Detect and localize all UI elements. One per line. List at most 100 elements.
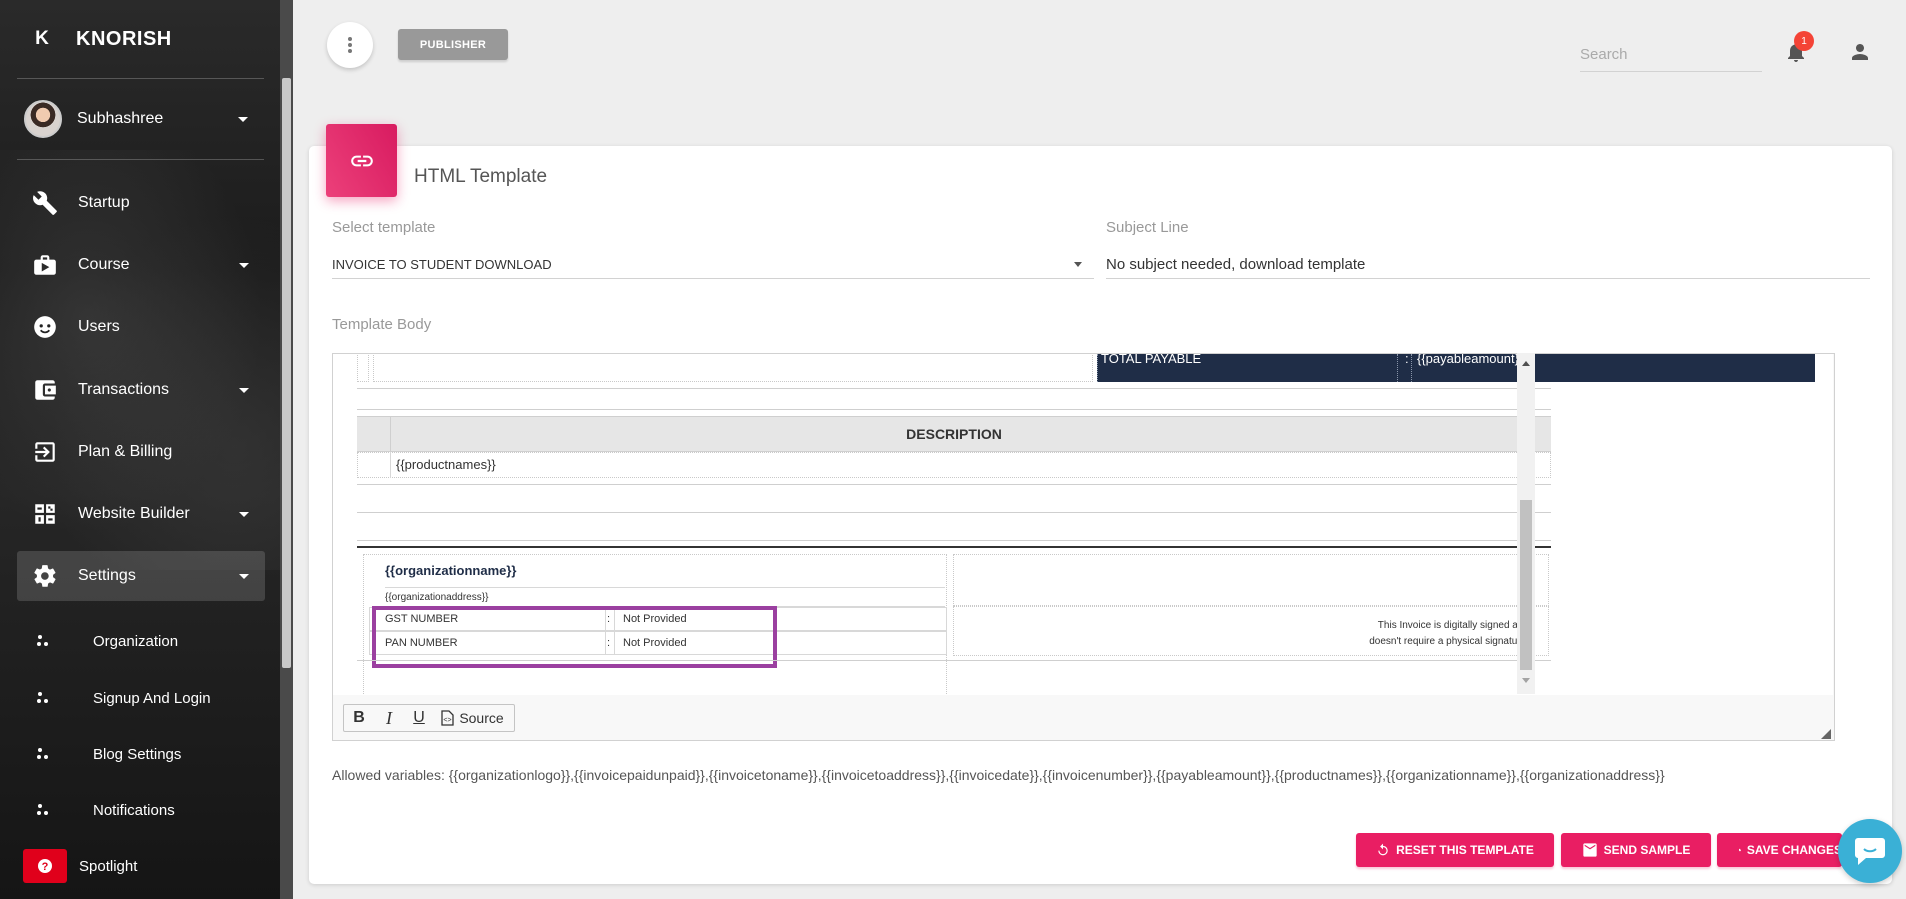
source-button[interactable]: <> Source — [434, 705, 510, 731]
caret-down-icon — [239, 511, 249, 517]
sidebar-subitem-signup-login[interactable]: Signup And Login — [17, 678, 265, 718]
editor-content[interactable]: TOTAL PAYABLE : {{payableamount}} DESCRI… — [333, 354, 1833, 695]
sidebar-item-label: Users — [78, 318, 120, 335]
sidebar-item-settings[interactable]: Settings — [17, 551, 265, 601]
sidebar-item-startup[interactable]: Startup — [17, 178, 265, 228]
sidebar-item-label: Course — [78, 256, 130, 273]
select-template-label: Select template — [332, 219, 436, 236]
signature-note: This Invoice is digitally signed and does… — [1369, 620, 1529, 647]
editor-scrollbar[interactable] — [1517, 353, 1535, 694]
sidebar-item-website-builder[interactable]: Website Builder — [17, 489, 265, 539]
scroll-up-arrow-icon[interactable] — [1522, 361, 1530, 366]
italic-button[interactable]: I — [374, 705, 404, 731]
svg-text:?: ? — [42, 861, 49, 873]
caret-down-icon — [239, 387, 249, 393]
save-label: SAVE CHANGES — [1746, 843, 1842, 857]
person-icon[interactable] — [1848, 40, 1872, 64]
dots-icon — [36, 691, 58, 705]
sidebar-item-users[interactable]: Users — [17, 302, 265, 352]
send-label: SEND SAMPLE — [1603, 843, 1691, 857]
orgname-variable: {{organizationname}} — [385, 563, 517, 578]
caret-down-icon — [1074, 262, 1082, 267]
sidebar-subitem-spotlight[interactable]: ? Spotlight — [17, 846, 265, 886]
puzzle-icon — [30, 499, 60, 529]
notification-badge: 1 — [1794, 31, 1814, 51]
sidebar-item-label: Settings — [78, 567, 136, 584]
brand-mini: K — [35, 28, 49, 49]
sidebar-item-transactions[interactable]: Transactions — [17, 365, 265, 415]
template-select[interactable]: INVOICE TO STUDENT DOWNLOAD — [332, 251, 1094, 279]
search-input[interactable] — [1580, 38, 1762, 72]
editor-toolbar: B I U <> Source — [343, 704, 515, 732]
total-payable-row: TOTAL PAYABLE : {{payableamount}} — [1097, 354, 1815, 382]
payable-amount-variable: {{payableamount}} — [1417, 354, 1524, 366]
scroll-down-arrow-icon[interactable] — [1522, 678, 1530, 683]
briefcase-icon — [30, 250, 60, 280]
divider — [357, 512, 1551, 513]
underline-button[interactable]: U — [404, 705, 434, 731]
subject-line-field[interactable]: No subject needed, download template — [1106, 250, 1870, 279]
divider — [357, 484, 1551, 485]
divider — [385, 587, 945, 588]
sidebar-divider — [17, 78, 264, 79]
reset-template-button[interactable]: RESET THIS TEMPLATE — [1356, 833, 1554, 867]
divider — [357, 388, 1551, 389]
divider — [357, 660, 1551, 661]
bold-button[interactable]: B — [344, 705, 374, 731]
sidebar-subitem-label: Spotlight — [79, 857, 138, 875]
brand-name: KNORISH — [76, 27, 172, 50]
total-payable-label: TOTAL PAYABLE — [1101, 354, 1202, 366]
user-menu[interactable]: Subhashree — [24, 97, 264, 141]
face-icon — [30, 312, 60, 342]
more-menu-button[interactable] — [327, 22, 373, 68]
publisher-button[interactable]: PUBLISHER — [398, 29, 508, 60]
mail-icon — [1582, 843, 1597, 857]
sidebar-item-course[interactable]: Course — [17, 240, 265, 290]
user-name: Subhashree — [77, 110, 164, 127]
sidebar-subitem-notifications[interactable]: Notifications — [17, 790, 265, 830]
description-header: DESCRIPTION — [357, 416, 1551, 452]
selection-highlight-box — [372, 606, 777, 668]
caret-down-icon — [239, 573, 249, 579]
dots-icon — [36, 803, 58, 817]
dots-icon — [36, 634, 58, 648]
sidebar-subitem-label: Signup And Login — [93, 689, 211, 707]
caret-down-icon — [239, 262, 249, 268]
sidebar-item-label: Plan & Billing — [78, 443, 173, 460]
template-body-label: Template Body — [332, 316, 432, 333]
sidebar-item-label: Startup — [78, 194, 130, 211]
sidebar-subitem-label: Notifications — [93, 801, 175, 819]
card-title: HTML Template — [414, 166, 548, 187]
reset-label: RESET THIS TEMPLATE — [1396, 843, 1534, 857]
sidebar-item-label: Transactions — [78, 381, 169, 398]
sidebar-item-plan-billing[interactable]: Plan & Billing — [17, 427, 265, 477]
table-cell — [373, 354, 1093, 382]
help-icon: ? — [23, 849, 67, 883]
orgaddress-variable: {{organizationaddress}} — [385, 592, 489, 603]
svg-text:<>: <> — [444, 717, 452, 724]
scrollbar-thumb[interactable] — [1520, 500, 1532, 670]
sidebar-subitem-organization[interactable]: Organization — [17, 621, 265, 661]
resize-handle-icon[interactable] — [1819, 727, 1831, 739]
document-icon — [1739, 848, 1741, 852]
save-changes-button[interactable]: SAVE CHANGES — [1717, 833, 1842, 867]
chat-widget-button[interactable] — [1838, 819, 1902, 883]
description-label: DESCRIPTION — [906, 426, 1002, 442]
chat-icon — [1855, 838, 1885, 865]
brand-logo[interactable]: K KNORISH — [0, 18, 293, 60]
product-row — [357, 452, 1551, 478]
divider — [357, 540, 1551, 541]
template-select-value: INVOICE TO STUDENT DOWNLOAD — [332, 257, 552, 272]
rich-text-editor: TOTAL PAYABLE : {{payableamount}} DESCRI… — [332, 353, 1835, 741]
subject-line-label: Subject Line — [1106, 219, 1189, 236]
gear-icon — [30, 561, 60, 591]
productnames-variable: {{productnames}} — [396, 457, 496, 472]
send-sample-button[interactable]: SEND SAMPLE — [1561, 833, 1711, 867]
sidebar-subitem-blog-settings[interactable]: Blog Settings — [17, 734, 265, 774]
source-icon: <> — [441, 710, 454, 726]
table-cell — [357, 354, 369, 382]
sidebar-scrollbar[interactable] — [282, 78, 291, 668]
sidebar-subitem-label: Organization — [93, 632, 179, 650]
sidebar-subitem-label: Blog Settings — [93, 745, 182, 763]
wrench-icon — [30, 188, 60, 218]
